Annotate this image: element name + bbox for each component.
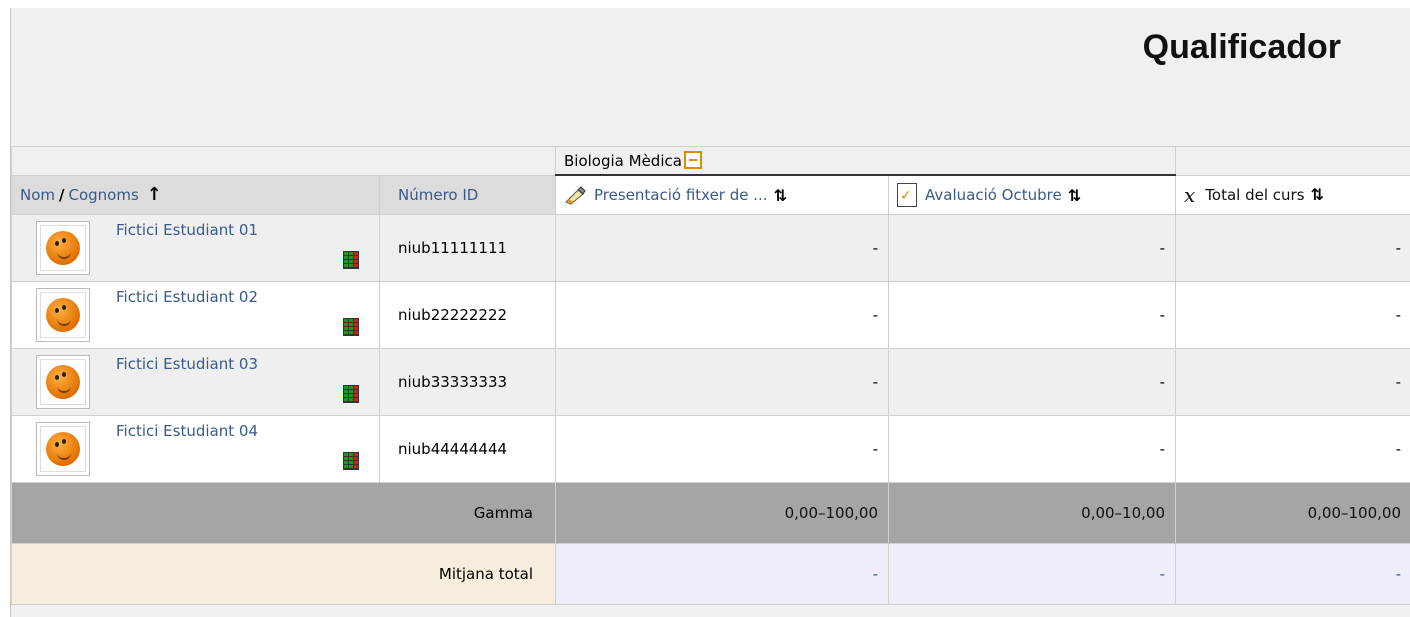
assignment-doc-icon [897, 183, 917, 207]
range-label: Gamma [11, 482, 556, 544]
average-value: - [1175, 543, 1410, 605]
student-id: niub11111111 [379, 214, 556, 282]
grade-cell[interactable]: - [555, 281, 889, 349]
range-row: Gamma 0,00–100,00 0,00–10,00 0,00–100,00 [11, 482, 1410, 544]
grade-cell[interactable]: - [555, 348, 889, 416]
name-header: Nom / Cognoms ↑ [11, 174, 380, 215]
average-row: Mitjana total - - - [11, 543, 1410, 605]
grade-item-header-1: Presentació fitxer de ... ⇅ [555, 174, 889, 215]
grade-item-link-2[interactable]: Avaluació Octubre [925, 186, 1062, 204]
student-name-link[interactable]: Fictici Estudiant 03 [116, 355, 258, 373]
course-total-header: x Total del curs ⇅ [1175, 174, 1410, 215]
smiley-face-icon [46, 298, 80, 332]
grade-cell[interactable]: - [888, 214, 1176, 282]
sort-by-firstname-link[interactable]: Nom [20, 186, 55, 204]
range-value: 0,00–10,00 [888, 482, 1176, 544]
range-value: 0,00–100,00 [555, 482, 889, 544]
header-row: Nom / Cognoms ↑ Número ID Presentació fi… [11, 174, 1410, 215]
user-report-icon[interactable] [343, 385, 359, 403]
avatar[interactable] [36, 221, 90, 275]
grader-table: Biologia Mèdica Nom / Cognoms ↑ Número I… [11, 146, 1410, 605]
grade-item-link-1[interactable]: Presentació fitxer de ... [594, 186, 768, 204]
page-title: Qualificador [1142, 28, 1341, 66]
range-value: 0,00–100,00 [1175, 482, 1410, 544]
table-row: Fictici Estudiant 01 niub11111111 - - - [11, 214, 1410, 282]
student-id: niub22222222 [379, 281, 556, 349]
student-cell: Fictici Estudiant 01 [11, 214, 380, 282]
sort-toggle-icon[interactable]: ⇅ [1311, 185, 1324, 204]
name-separator: / [59, 185, 65, 204]
smiley-face-icon [46, 365, 80, 399]
category-label: Biologia Mèdica [564, 152, 682, 170]
student-cell: Fictici Estudiant 04 [11, 415, 380, 483]
total-cell: - [1175, 415, 1410, 483]
grade-cell[interactable]: - [555, 415, 889, 483]
grade-item-header-2: Avaluació Octubre ⇅ [888, 174, 1176, 215]
student-id: niub44444444 [379, 415, 556, 483]
total-cell: - [1175, 348, 1410, 416]
avatar[interactable] [36, 422, 90, 476]
user-report-icon[interactable] [343, 251, 359, 269]
average-label: Mitjana total [11, 543, 556, 605]
student-cell: Fictici Estudiant 03 [11, 348, 380, 416]
avatar[interactable] [36, 288, 90, 342]
smiley-face-icon [46, 231, 80, 265]
total-cell: - [1175, 281, 1410, 349]
student-name-link[interactable]: Fictici Estudiant 02 [116, 288, 258, 306]
smiley-face-icon [46, 432, 80, 466]
student-name-link[interactable]: Fictici Estudiant 01 [116, 221, 258, 239]
average-value: - [888, 543, 1176, 605]
sort-toggle-icon[interactable]: ⇅ [774, 186, 787, 205]
category-cell: Biologia Mèdica [555, 146, 1176, 176]
student-cell: Fictici Estudiant 02 [11, 281, 380, 349]
total-cell: - [1175, 214, 1410, 282]
id-header: Número ID [379, 174, 556, 215]
average-value: - [555, 543, 889, 605]
grade-cell[interactable]: - [888, 348, 1176, 416]
grade-cell[interactable]: - [888, 281, 1176, 349]
sort-toggle-icon[interactable]: ⇅ [1068, 186, 1081, 205]
id-header-link[interactable]: Número ID [398, 186, 478, 204]
sort-by-lastname-link[interactable]: Cognoms [69, 186, 139, 204]
category-total-spacer [1175, 146, 1410, 175]
gradebook-frame: Qualificador Biologia Mèdica Nom / Cogno… [10, 8, 1410, 617]
assignment-upload-icon [564, 185, 586, 205]
collapse-icon[interactable] [683, 151, 702, 169]
avatar[interactable] [36, 355, 90, 409]
table-row: Fictici Estudiant 03 niub33333333 - - - [11, 348, 1410, 416]
student-name-link[interactable]: Fictici Estudiant 04 [116, 422, 258, 440]
table-row: Fictici Estudiant 02 niub22222222 - - - [11, 281, 1410, 349]
user-report-icon[interactable] [343, 318, 359, 336]
grade-cell[interactable]: - [555, 214, 889, 282]
user-report-icon[interactable] [343, 452, 359, 470]
category-spacer [11, 146, 556, 176]
table-row: Fictici Estudiant 04 niub44444444 - - - [11, 415, 1410, 483]
mean-x-bar-icon: x [1184, 182, 1196, 207]
grade-cell[interactable]: - [888, 415, 1176, 483]
course-total-label: Total del curs [1205, 185, 1305, 204]
arrow-up-icon[interactable]: ↑ [147, 184, 162, 205]
category-row: Biologia Mèdica [11, 146, 1410, 176]
student-id: niub33333333 [379, 348, 556, 416]
